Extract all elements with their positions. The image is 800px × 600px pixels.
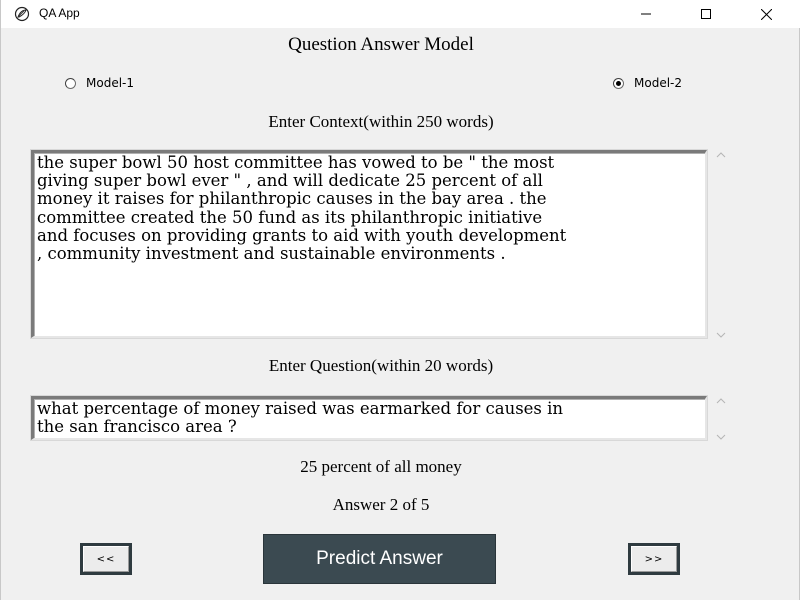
- close-icon: [760, 8, 772, 20]
- chevron-down-icon[interactable]: [716, 332, 726, 338]
- chevron-down-icon[interactable]: [716, 434, 726, 440]
- window-title: QA App: [39, 6, 80, 20]
- page-title: Question Answer Model: [288, 34, 474, 55]
- radio-circle-model-2[interactable]: [613, 77, 624, 89]
- model-1-radio[interactable]: Model-1: [65, 76, 134, 90]
- next-answer-button[interactable]: >>: [628, 543, 680, 575]
- model-2-label: Model-2: [634, 76, 682, 90]
- chevron-up-icon[interactable]: [716, 398, 726, 404]
- predict-answer-button[interactable]: Predict Answer: [263, 534, 496, 584]
- answer-counter: Answer 2 of 5: [332, 495, 430, 514]
- qa-app-window: QA App Question Answer Model Model-1 Mod…: [0, 0, 800, 600]
- previous-answer-button[interactable]: <<: [80, 543, 132, 575]
- title-bar: QA App: [1, 0, 800, 28]
- previous-answer-label: <<: [83, 546, 129, 572]
- next-answer-label: >>: [631, 546, 677, 572]
- maximize-icon: [701, 9, 711, 19]
- context-textarea[interactable]: the super bowl 50 host committee has vow…: [30, 149, 708, 339]
- radio-circle-model-1[interactable]: [65, 77, 76, 89]
- minimize-icon: [641, 13, 651, 15]
- context-label: Enter Context(within 250 words): [268, 112, 494, 131]
- answer-text: 25 percent of all money: [300, 457, 462, 476]
- question-label: Enter Question(within 20 words): [268, 356, 494, 375]
- maximize-button[interactable]: [683, 0, 729, 28]
- chevron-up-icon[interactable]: [716, 152, 726, 158]
- minimize-button[interactable]: [623, 0, 669, 28]
- question-scrollbar[interactable]: [714, 398, 728, 440]
- model-1-label: Model-1: [86, 76, 134, 90]
- model-2-radio[interactable]: Model-2: [613, 76, 682, 90]
- context-scrollbar[interactable]: [714, 152, 728, 338]
- question-textarea[interactable]: what percentage of money raised was earm…: [30, 395, 708, 441]
- feather-icon: [14, 6, 30, 22]
- close-button[interactable]: [743, 0, 789, 28]
